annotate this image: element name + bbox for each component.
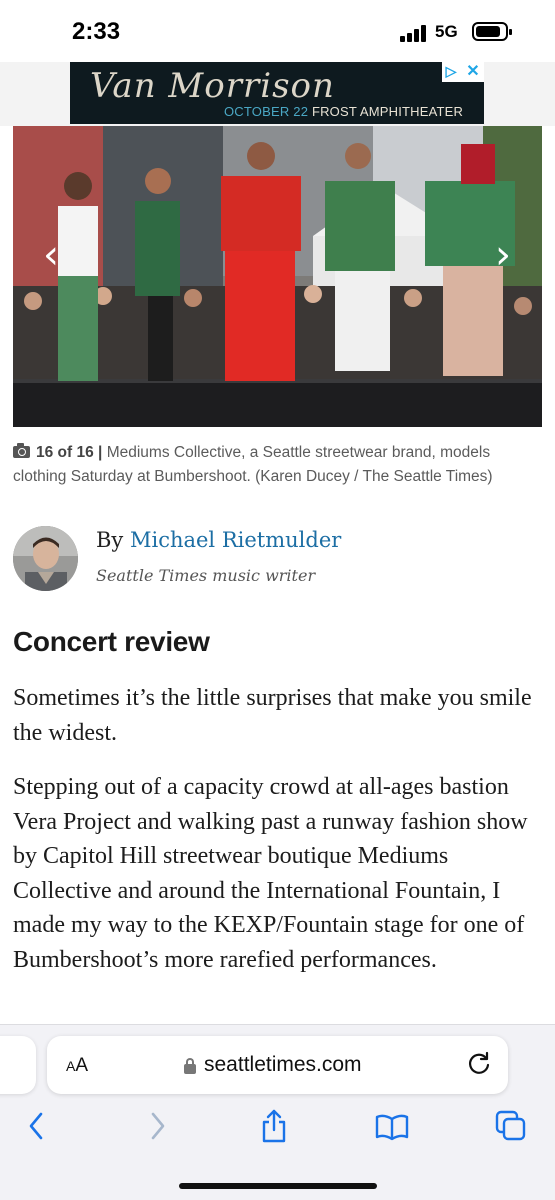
author-photo xyxy=(13,526,78,591)
reload-icon[interactable] xyxy=(466,1050,492,1076)
byline: By Michael Rietmulder xyxy=(96,528,341,552)
ad-close-icon[interactable]: ✕ xyxy=(464,63,482,80)
fashion-show-photo xyxy=(13,126,542,427)
forward-icon[interactable] xyxy=(146,1108,168,1144)
author-avatar[interactable] xyxy=(13,526,78,591)
battery-icon xyxy=(472,22,512,41)
photo-caption: 16 of 16 | Mediums Collective, a Seattle… xyxy=(13,441,533,489)
text-size-button[interactable]: AA xyxy=(66,1055,88,1077)
author-link[interactable]: Michael Rietmulder xyxy=(130,528,341,552)
article-photo[interactable] xyxy=(13,126,542,427)
bookmarks-icon[interactable] xyxy=(374,1108,410,1144)
article-paragraph: Sometimes it’s the little surprises that… xyxy=(13,685,532,746)
ad-info-icon[interactable]: ▷ xyxy=(442,63,460,80)
url-text[interactable]: seattletimes.com xyxy=(204,1053,362,1077)
home-indicator[interactable] xyxy=(179,1183,377,1189)
ad-banner[interactable]: Van Morrison OCTOBER 22 FROST AMPHITHEAT… xyxy=(70,62,484,124)
article-kicker: Concert review xyxy=(13,626,210,657)
caption-separator: | xyxy=(98,444,103,461)
network-type: 5G xyxy=(435,22,458,41)
photo-prev-icon[interactable]: ‹ xyxy=(34,230,68,280)
photo-count: 16 of 16 xyxy=(36,444,94,461)
ad-date: OCTOBER 22 xyxy=(224,104,309,119)
cellular-signal-icon xyxy=(400,24,430,42)
camera-icon xyxy=(13,443,30,458)
share-icon[interactable] xyxy=(259,1108,289,1144)
author-role: Seattle Times music writer xyxy=(96,566,316,585)
ad-subtitle: OCTOBER 22 FROST AMPHITHEATER xyxy=(224,104,463,119)
lock-icon xyxy=(184,1058,196,1074)
article-paragraph: Stepping out of a capacity crowd at all-… xyxy=(13,774,528,973)
ad-venue: FROST AMPHITHEATER xyxy=(311,104,464,119)
previous-tab-card[interactable] xyxy=(0,1036,36,1094)
photo-next-icon[interactable]: › xyxy=(486,230,520,280)
status-time: 2:33 xyxy=(72,18,121,45)
back-icon[interactable] xyxy=(26,1108,48,1144)
byline-prefix: By xyxy=(96,528,124,552)
tabs-icon[interactable] xyxy=(494,1108,528,1144)
status-bar: 2:33 5G xyxy=(0,0,555,62)
ad-title: Van Morrison xyxy=(90,66,335,106)
